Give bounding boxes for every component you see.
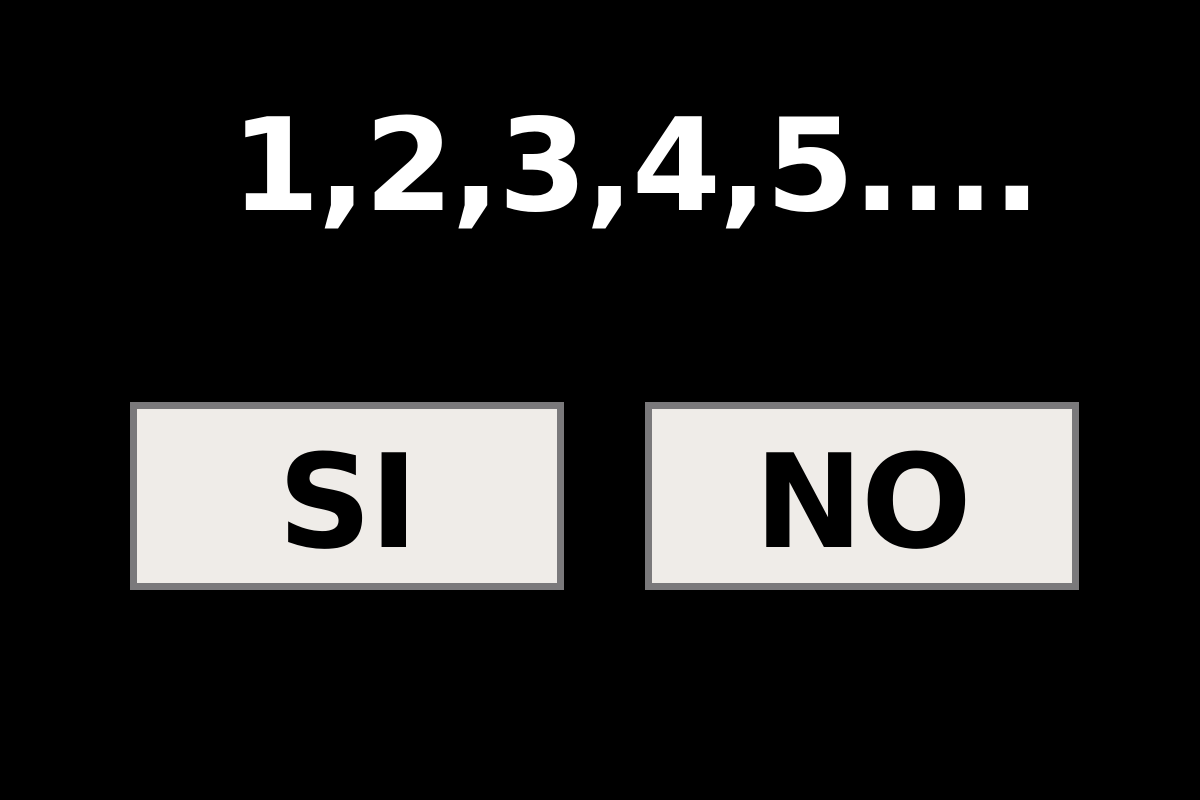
game-screen: 1,2,3,4,5.... SI NO: [0, 0, 1200, 800]
no-button-label: NO: [754, 426, 971, 578]
no-button[interactable]: NO: [645, 402, 1079, 590]
yes-button[interactable]: SI: [130, 402, 564, 590]
yes-button-label: SI: [278, 426, 418, 578]
sequence-question: 1,2,3,4,5....: [230, 92, 1041, 241]
